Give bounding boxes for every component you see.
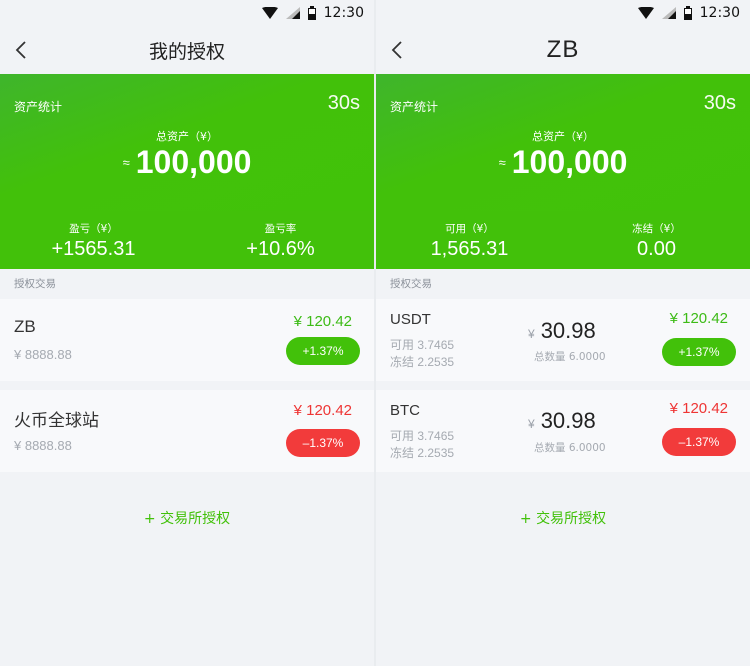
exchange-balance: ¥ 8888.88 [14, 347, 72, 362]
back-arrow-icon[interactable] [10, 38, 34, 62]
screen-my-authorization: 12:30 我的授权 资产统计 30s 总资产（¥） ≈100,000 盈亏（¥… [0, 0, 374, 666]
frozen-label: 冻结（¥） [632, 223, 681, 235]
refresh-timer[interactable]: 30s [328, 92, 360, 115]
approx-sign: ≈ [122, 155, 130, 170]
signal-icon [285, 7, 300, 19]
nav-bar: ZB [376, 26, 750, 74]
signal-icon [661, 7, 676, 19]
total-assets-value: 100,000 [511, 144, 628, 180]
frozen-value: 0.00 [637, 238, 676, 260]
wifi-icon [637, 7, 654, 19]
exchange-balance: ¥ 8888.88 [14, 438, 72, 453]
price-value: ¥ 120.42 [669, 310, 728, 327]
add-exchange-authorization-link[interactable]: + 交易所授权 [0, 508, 374, 528]
profit-rate-column: 盈亏率 +10.6% [187, 211, 374, 269]
battery-icon [683, 6, 692, 20]
available-column: 可用（¥） 1,565.31 [376, 211, 563, 269]
available-amount: 可用 3.7465 [390, 338, 455, 352]
total-quantity: 总数量 6.0000 [534, 351, 606, 363]
total-assets-label: 总资产（¥） [156, 130, 218, 143]
asset-summary-card: 资产统计 30s 总资产（¥） ≈100,000 可用（¥） 1,565.31 … [376, 74, 750, 269]
section-label: 授权交易 [390, 278, 432, 290]
asset-name: BTC [390, 402, 420, 419]
available-value: 1,565.31 [430, 238, 509, 260]
page-title: ZB [546, 36, 580, 63]
asset-value: ¥30.98 [528, 318, 596, 344]
add-exchange-authorization-link[interactable]: + 交易所授权 [376, 508, 750, 528]
change-pill[interactable]: +1.37% [662, 338, 736, 366]
exchange-name: 火币全球站 [14, 411, 99, 430]
refresh-timer[interactable]: 30s [704, 92, 736, 115]
asset-value: ¥30.98 [528, 408, 596, 434]
price-value: ¥ 120.42 [669, 400, 728, 417]
change-pill[interactable]: –1.37% [662, 428, 736, 456]
asset-value-number: 30.98 [540, 318, 596, 343]
profit-rate-label: 盈亏率 [264, 223, 297, 235]
status-time: 12:30 [323, 5, 364, 21]
price-value: ¥ 120.42 [293, 402, 352, 419]
asset-name: USDT [390, 311, 431, 328]
screen-exchange-detail: 12:30 ZB 资产统计 30s 总资产（¥） ≈100,000 可用（¥） … [376, 0, 750, 666]
status-bar: 12:30 [0, 0, 374, 26]
price-value: ¥ 120.42 [293, 313, 352, 330]
exchange-name: ZB [14, 317, 36, 336]
total-assets-value-row: ≈100,000 [0, 144, 374, 181]
exchange-card[interactable]: 火币全球站 ¥ 8888.88 ¥ 120.42 –1.37% [0, 390, 374, 472]
total-assets-label: 总资产（¥） [532, 130, 594, 143]
profit-loss-value: +1565.31 [51, 238, 136, 260]
total-quantity: 总数量 6.0000 [534, 442, 606, 454]
change-pill[interactable]: –1.37% [286, 429, 360, 457]
asset-summary-bottom: 可用（¥） 1,565.31 冻结（¥） 0.00 [376, 211, 750, 269]
asset-card[interactable]: BTC 可用 3.7465 冻结 2.2535 ¥30.98 总数量 6.000… [376, 390, 750, 472]
profit-rate-value: +10.6% [246, 238, 315, 260]
battery-icon [307, 6, 316, 20]
frozen-column: 冻结（¥） 0.00 [563, 211, 750, 269]
asset-summary-top: 资产统计 30s 总资产（¥） ≈100,000 [0, 74, 374, 211]
available-amount: 可用 3.7465 [390, 429, 455, 443]
profit-loss-label: 盈亏（¥） [69, 223, 118, 235]
asset-summary-bottom: 盈亏（¥） +1565.31 盈亏率 +10.6% [0, 211, 374, 269]
asset-summary-card: 资产统计 30s 总资产（¥） ≈100,000 盈亏（¥） +1565.31 … [0, 74, 374, 269]
asset-value-number: 30.98 [540, 408, 596, 433]
status-time: 12:30 [699, 5, 740, 21]
yen-sign: ¥ [528, 327, 535, 341]
approx-sign: ≈ [498, 155, 506, 170]
asset-card[interactable]: USDT 可用 3.7465 冻结 2.2535 ¥30.98 总数量 6.00… [376, 299, 750, 381]
back-arrow-icon[interactable] [386, 38, 410, 62]
section-label: 授权交易 [14, 278, 56, 290]
yen-sign: ¥ [528, 417, 535, 431]
frozen-amount: 冻结 2.2535 [390, 446, 455, 460]
status-bar: 12:30 [376, 0, 750, 26]
profit-loss-column: 盈亏（¥） +1565.31 [0, 211, 187, 269]
total-assets-value: 100,000 [135, 144, 252, 180]
wifi-icon [261, 7, 278, 19]
frozen-amount: 冻结 2.2535 [390, 355, 455, 369]
page-title: 我的授权 [148, 40, 225, 63]
available-label: 可用（¥） [445, 223, 494, 235]
total-assets-value-row: ≈100,000 [376, 144, 750, 181]
asset-stats-label: 资产统计 [14, 100, 63, 114]
exchange-card[interactable]: ZB ¥ 8888.88 ¥ 120.42 +1.37% [0, 299, 374, 381]
change-pill[interactable]: +1.37% [286, 337, 360, 365]
nav-bar: 我的授权 [0, 26, 374, 74]
asset-summary-top: 资产统计 30s 总资产（¥） ≈100,000 [376, 74, 750, 211]
asset-stats-label: 资产统计 [390, 100, 439, 114]
